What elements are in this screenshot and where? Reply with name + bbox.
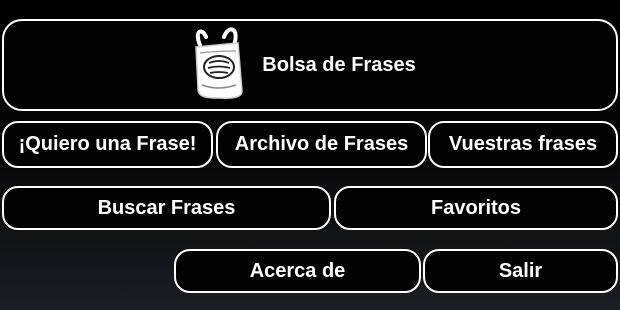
acerca-de-button[interactable]: Acerca de <box>174 249 421 293</box>
salir-button[interactable]: Salir <box>423 249 618 293</box>
favoritos-button[interactable]: Favoritos <box>334 186 618 230</box>
quiero-frase-button[interactable]: ¡Quiero una Frase! <box>2 121 213 168</box>
buscar-frases-button[interactable]: Buscar Frases <box>2 186 331 230</box>
archivo-frases-button[interactable]: Archivo de Frases <box>216 121 427 168</box>
app-title: Bolsa de Frases <box>262 53 416 76</box>
shopping-bag-icon <box>188 25 248 105</box>
vuestras-frases-button[interactable]: Vuestras frases <box>428 121 618 168</box>
header-banner: Bolsa de Frases <box>2 19 618 111</box>
